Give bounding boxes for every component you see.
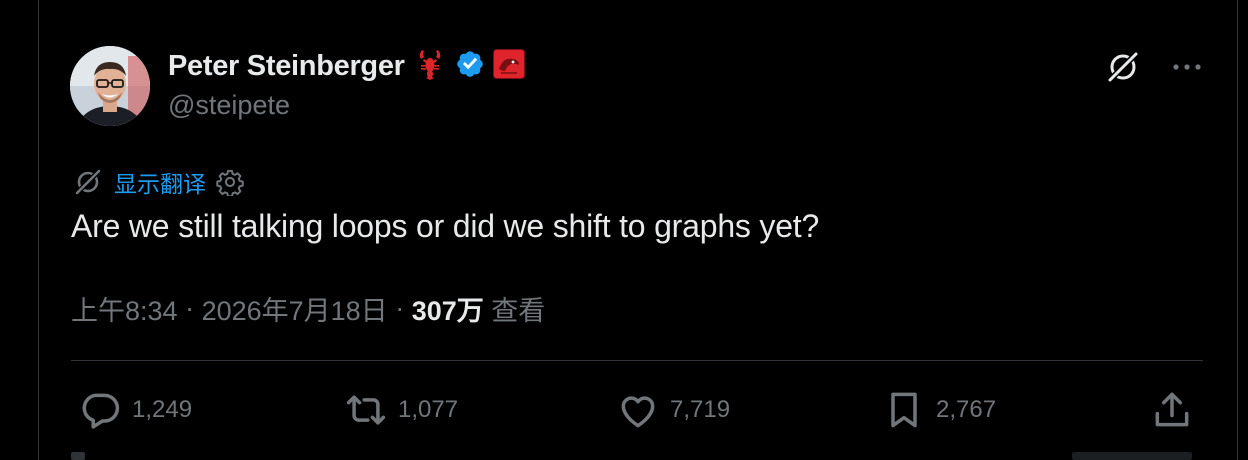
share-icon	[1155, 392, 1189, 427]
share-icon-wrap	[1150, 388, 1194, 432]
more-icon	[1173, 64, 1201, 70]
bookmark-button[interactable]: 2,767	[882, 386, 996, 434]
views-label: 查看	[483, 295, 546, 326]
repost-icon	[346, 395, 386, 425]
divider	[71, 360, 1203, 361]
show-translation-link[interactable]: 显示翻译	[114, 165, 206, 199]
reply-icon	[82, 393, 120, 429]
next-tweet-peek	[1072, 452, 1192, 460]
author-name-row: Peter Steinberger	[168, 48, 525, 84]
views-count: 307万	[411, 295, 484, 326]
bookmark-icon	[891, 392, 917, 428]
bookmark-count: 2,767	[936, 396, 997, 423]
like-icon-wrap	[616, 388, 660, 432]
tweet-date[interactable]: 2026年7月18日	[202, 289, 388, 328]
tweet-time[interactable]: 上午8:34	[71, 289, 178, 328]
meta-separator: ·	[387, 292, 412, 323]
reply-icon-wrap	[78, 388, 122, 432]
next-tweet-peek	[71, 452, 85, 460]
action-bar: 1,249 1,077 7,719 2,767	[78, 386, 1198, 434]
affiliate-badge-icon	[492, 48, 525, 79]
tweet-text: Are we still talking loops or did we shi…	[71, 208, 820, 244]
reply-count: 1,249	[132, 396, 193, 423]
grok-translate-icon-wrap	[72, 166, 104, 198]
tweet-meta: 上午8:34 · 2026年7月18日 · 307万 查看	[71, 288, 545, 328]
share-button[interactable]	[1150, 386, 1194, 434]
grok-button[interactable]	[1104, 48, 1142, 86]
like-count: 7,719	[670, 396, 731, 423]
bookmark-icon-wrap	[882, 388, 926, 432]
tweet-top-actions	[1104, 48, 1202, 86]
reply-button[interactable]: 1,249	[78, 386, 192, 434]
repost-icon-wrap	[344, 388, 388, 432]
author-display-name[interactable]: Peter Steinberger	[168, 50, 405, 83]
affiliate-badge[interactable]	[492, 48, 525, 84]
avatar[interactable]	[70, 46, 150, 126]
repost-count: 1,077	[398, 396, 459, 423]
lobster-emoji-icon	[419, 49, 440, 80]
translate-row: 显示翻译	[72, 164, 244, 200]
like-icon	[621, 396, 655, 428]
like-button[interactable]: 7,719	[616, 386, 730, 434]
grok-translate-icon	[74, 168, 102, 196]
meta-separator: ·	[177, 292, 202, 323]
author-handle[interactable]: @steipete	[168, 90, 290, 121]
verified-badge[interactable]	[455, 49, 485, 84]
avatar-image	[70, 46, 150, 126]
verified-badge-icon	[456, 50, 483, 77]
translation-settings-button[interactable]	[216, 168, 244, 196]
grok-icon	[1106, 50, 1140, 84]
gear-icon	[216, 169, 244, 196]
repost-button[interactable]: 1,077	[344, 386, 458, 434]
lobster-emoji	[413, 47, 447, 86]
more-button[interactable]	[1172, 62, 1202, 72]
